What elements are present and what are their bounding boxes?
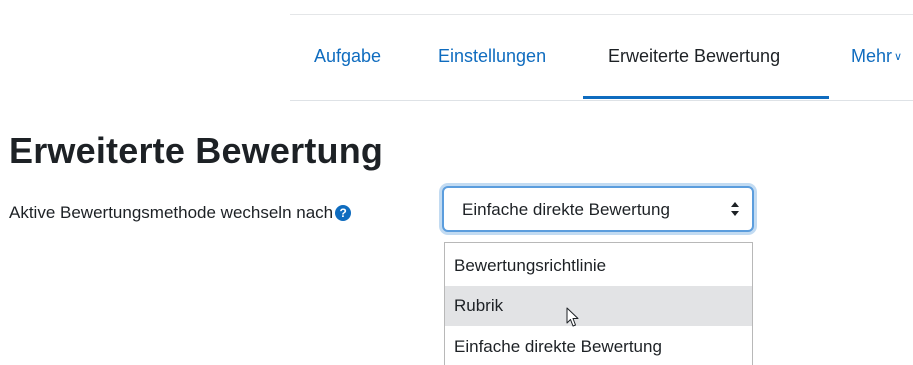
grading-method-label-text: Aktive Bewertungsmethode wechseln nach <box>9 203 334 222</box>
grading-method-label: Aktive Bewertungsmethode wechseln nach? <box>9 203 352 223</box>
active-tab-indicator <box>583 96 829 99</box>
tab-einstellungen[interactable]: Einstellungen <box>438 46 546 67</box>
question-circle-icon[interactable]: ? <box>335 205 352 221</box>
grading-method-dropdown: Bewertungsrichtlinie Rubrik Einfache dir… <box>444 242 753 365</box>
select-selected-value: Einfache direkte Bewertung <box>462 200 670 219</box>
chevron-down-icon: ∨ <box>894 51 903 63</box>
sort-arrows-icon <box>731 202 739 216</box>
top-divider <box>290 14 913 15</box>
tab-aufgabe[interactable]: Aufgabe <box>314 46 381 67</box>
option-einfache-direkte-bewertung[interactable]: Einfache direkte Bewertung <box>445 327 752 365</box>
mouse-pointer-icon <box>566 307 579 327</box>
tab-mehr[interactable]: Mehr ∨ <box>851 46 902 67</box>
page-title: Erweiterte Bewertung <box>9 130 384 171</box>
secondary-navigation: Aufgabe Einstellungen Erweiterte Bewertu… <box>290 16 913 101</box>
option-rubrik[interactable]: Rubrik <box>445 286 752 326</box>
option-bewertungsrichtlinie[interactable]: Bewertungsrichtlinie <box>445 246 752 286</box>
tab-erweiterte-bewertung[interactable]: Erweiterte Bewertung <box>608 46 780 67</box>
tab-mehr-label: Mehr <box>851 46 893 66</box>
grading-method-select[interactable]: Einfache direkte Bewertung <box>442 186 754 232</box>
